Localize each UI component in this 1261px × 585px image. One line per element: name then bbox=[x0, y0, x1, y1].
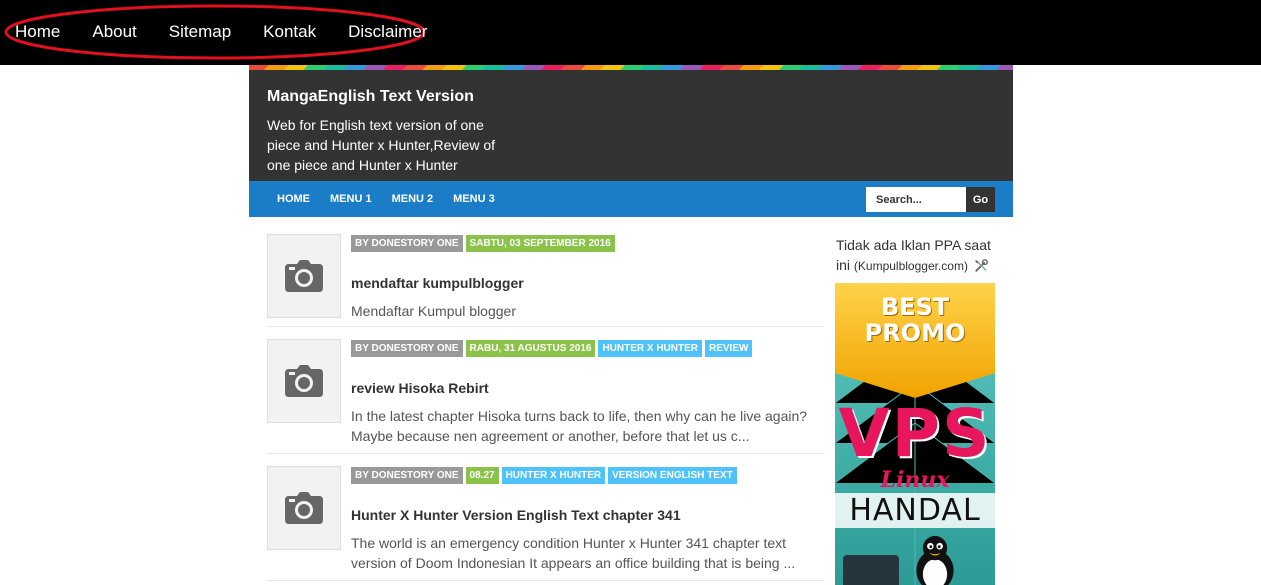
main-menu: HOME MENU 1 MENU 2 MENU 3 bbox=[277, 181, 515, 217]
post-label-tag[interactable]: VERSION ENGLISH TEXT bbox=[608, 467, 737, 484]
site-title[interactable]: MangaEnglish Text Version bbox=[267, 88, 995, 106]
post-excerpt: In the latest chapter Hisoka turns back … bbox=[351, 408, 808, 444]
post-author-tag[interactable]: BY DONESTORY ONE bbox=[351, 467, 463, 484]
post-author-tag[interactable]: BY DONESTORY ONE bbox=[351, 340, 463, 357]
top-navigation-bar: Home About Sitemap Kontak Disclaimer bbox=[0, 0, 1261, 65]
vps-promo-banner[interactable]: BEST PROMO VPS Linux HANDAL bbox=[835, 283, 995, 585]
menu-1[interactable]: MENU 1 bbox=[330, 193, 372, 205]
sidebar-ad-notice: Tidak ada Iklan PPA saat ini (Kumpulblog… bbox=[836, 235, 1006, 276]
site-description: Web for English text version of one piec… bbox=[267, 117, 496, 173]
post-author-tag[interactable]: BY DONESTORY ONE bbox=[351, 235, 463, 252]
post-label-tag[interactable]: REVIEW bbox=[705, 340, 753, 357]
post-list: BY DONESTORY ONE SABTU, 03 SEPTEMBER 201… bbox=[267, 230, 824, 581]
camera-icon bbox=[285, 365, 323, 397]
nav-disclaimer-link[interactable]: Disclaimer bbox=[348, 22, 427, 42]
server-hardware-graphic bbox=[843, 555, 899, 585]
post-label-tag[interactable]: HUNTER X HUNTER bbox=[598, 340, 702, 357]
ad-notice-source-link[interactable]: (Kumpulblogger.com) bbox=[854, 259, 968, 273]
post-meta: BY DONESTORY ONE 08.27 HUNTER X HUNTER V… bbox=[351, 467, 740, 484]
top-nav-links: Home About Sitemap Kontak Disclaimer bbox=[15, 22, 427, 42]
post-date-tag[interactable]: RABU, 31 AGUSTUS 2016 bbox=[465, 340, 596, 357]
tux-penguin-icon bbox=[916, 535, 954, 585]
post-title[interactable]: Hunter X Hunter Version English Text cha… bbox=[351, 507, 681, 523]
menu-3[interactable]: MENU 3 bbox=[453, 193, 495, 205]
promo-subline-linux: Linux bbox=[880, 467, 950, 493]
tools-icon[interactable] bbox=[972, 259, 990, 273]
post-meta: BY DONESTORY ONE SABTU, 03 SEPTEMBER 201… bbox=[351, 235, 618, 252]
page-container: MangaEnglish Text Version Web for Englis… bbox=[249, 65, 1013, 585]
nav-home-link[interactable]: Home bbox=[15, 22, 60, 42]
post-meta: BY DONESTORY ONE RABU, 31 AGUSTUS 2016 H… bbox=[351, 340, 755, 357]
post-excerpt: The world is an emergency condition Hunt… bbox=[351, 535, 796, 571]
nav-about-link[interactable]: About bbox=[92, 22, 136, 42]
post-item: BY DONESTORY ONE SABTU, 03 SEPTEMBER 201… bbox=[267, 230, 824, 327]
post-item: BY DONESTORY ONE 08.27 HUNTER X HUNTER V… bbox=[267, 454, 824, 581]
site-header: MangaEnglish Text Version Web for Englis… bbox=[249, 70, 1013, 181]
menu-home[interactable]: HOME bbox=[277, 193, 310, 205]
promo-headline-vps: VPS bbox=[838, 395, 992, 472]
post-date-tag[interactable]: 08.27 bbox=[465, 467, 499, 484]
main-menu-bar: HOME MENU 1 MENU 2 MENU 3 Go bbox=[249, 181, 1013, 217]
post-title[interactable]: mendaftar kumpulblogger bbox=[351, 275, 524, 291]
nav-kontak-link[interactable]: Kontak bbox=[263, 22, 316, 42]
promo-badge-best: BEST bbox=[880, 293, 950, 321]
post-thumbnail[interactable] bbox=[267, 466, 341, 550]
camera-icon bbox=[285, 260, 323, 292]
promo-tagline-handal: HANDAL bbox=[835, 493, 995, 528]
promo-badge-promo: PROMO bbox=[864, 319, 966, 347]
search-form: Go bbox=[866, 187, 995, 212]
post-date-tag[interactable]: SABTU, 03 SEPTEMBER 2016 bbox=[465, 235, 615, 252]
camera-icon bbox=[285, 492, 323, 524]
post-thumbnail[interactable] bbox=[267, 339, 341, 423]
post-thumbnail[interactable] bbox=[267, 234, 341, 318]
nav-sitemap-link[interactable]: Sitemap bbox=[169, 22, 231, 42]
post-excerpt: Mendaftar Kumpul blogger bbox=[351, 303, 516, 319]
post-item: BY DONESTORY ONE RABU, 31 AGUSTUS 2016 H… bbox=[267, 327, 824, 454]
menu-2[interactable]: MENU 2 bbox=[392, 193, 434, 205]
post-title[interactable]: review Hisoka Rebirt bbox=[351, 380, 489, 396]
search-go-button[interactable]: Go bbox=[966, 187, 995, 212]
search-input[interactable] bbox=[866, 187, 966, 212]
post-label-tag[interactable]: HUNTER X HUNTER bbox=[501, 467, 606, 484]
